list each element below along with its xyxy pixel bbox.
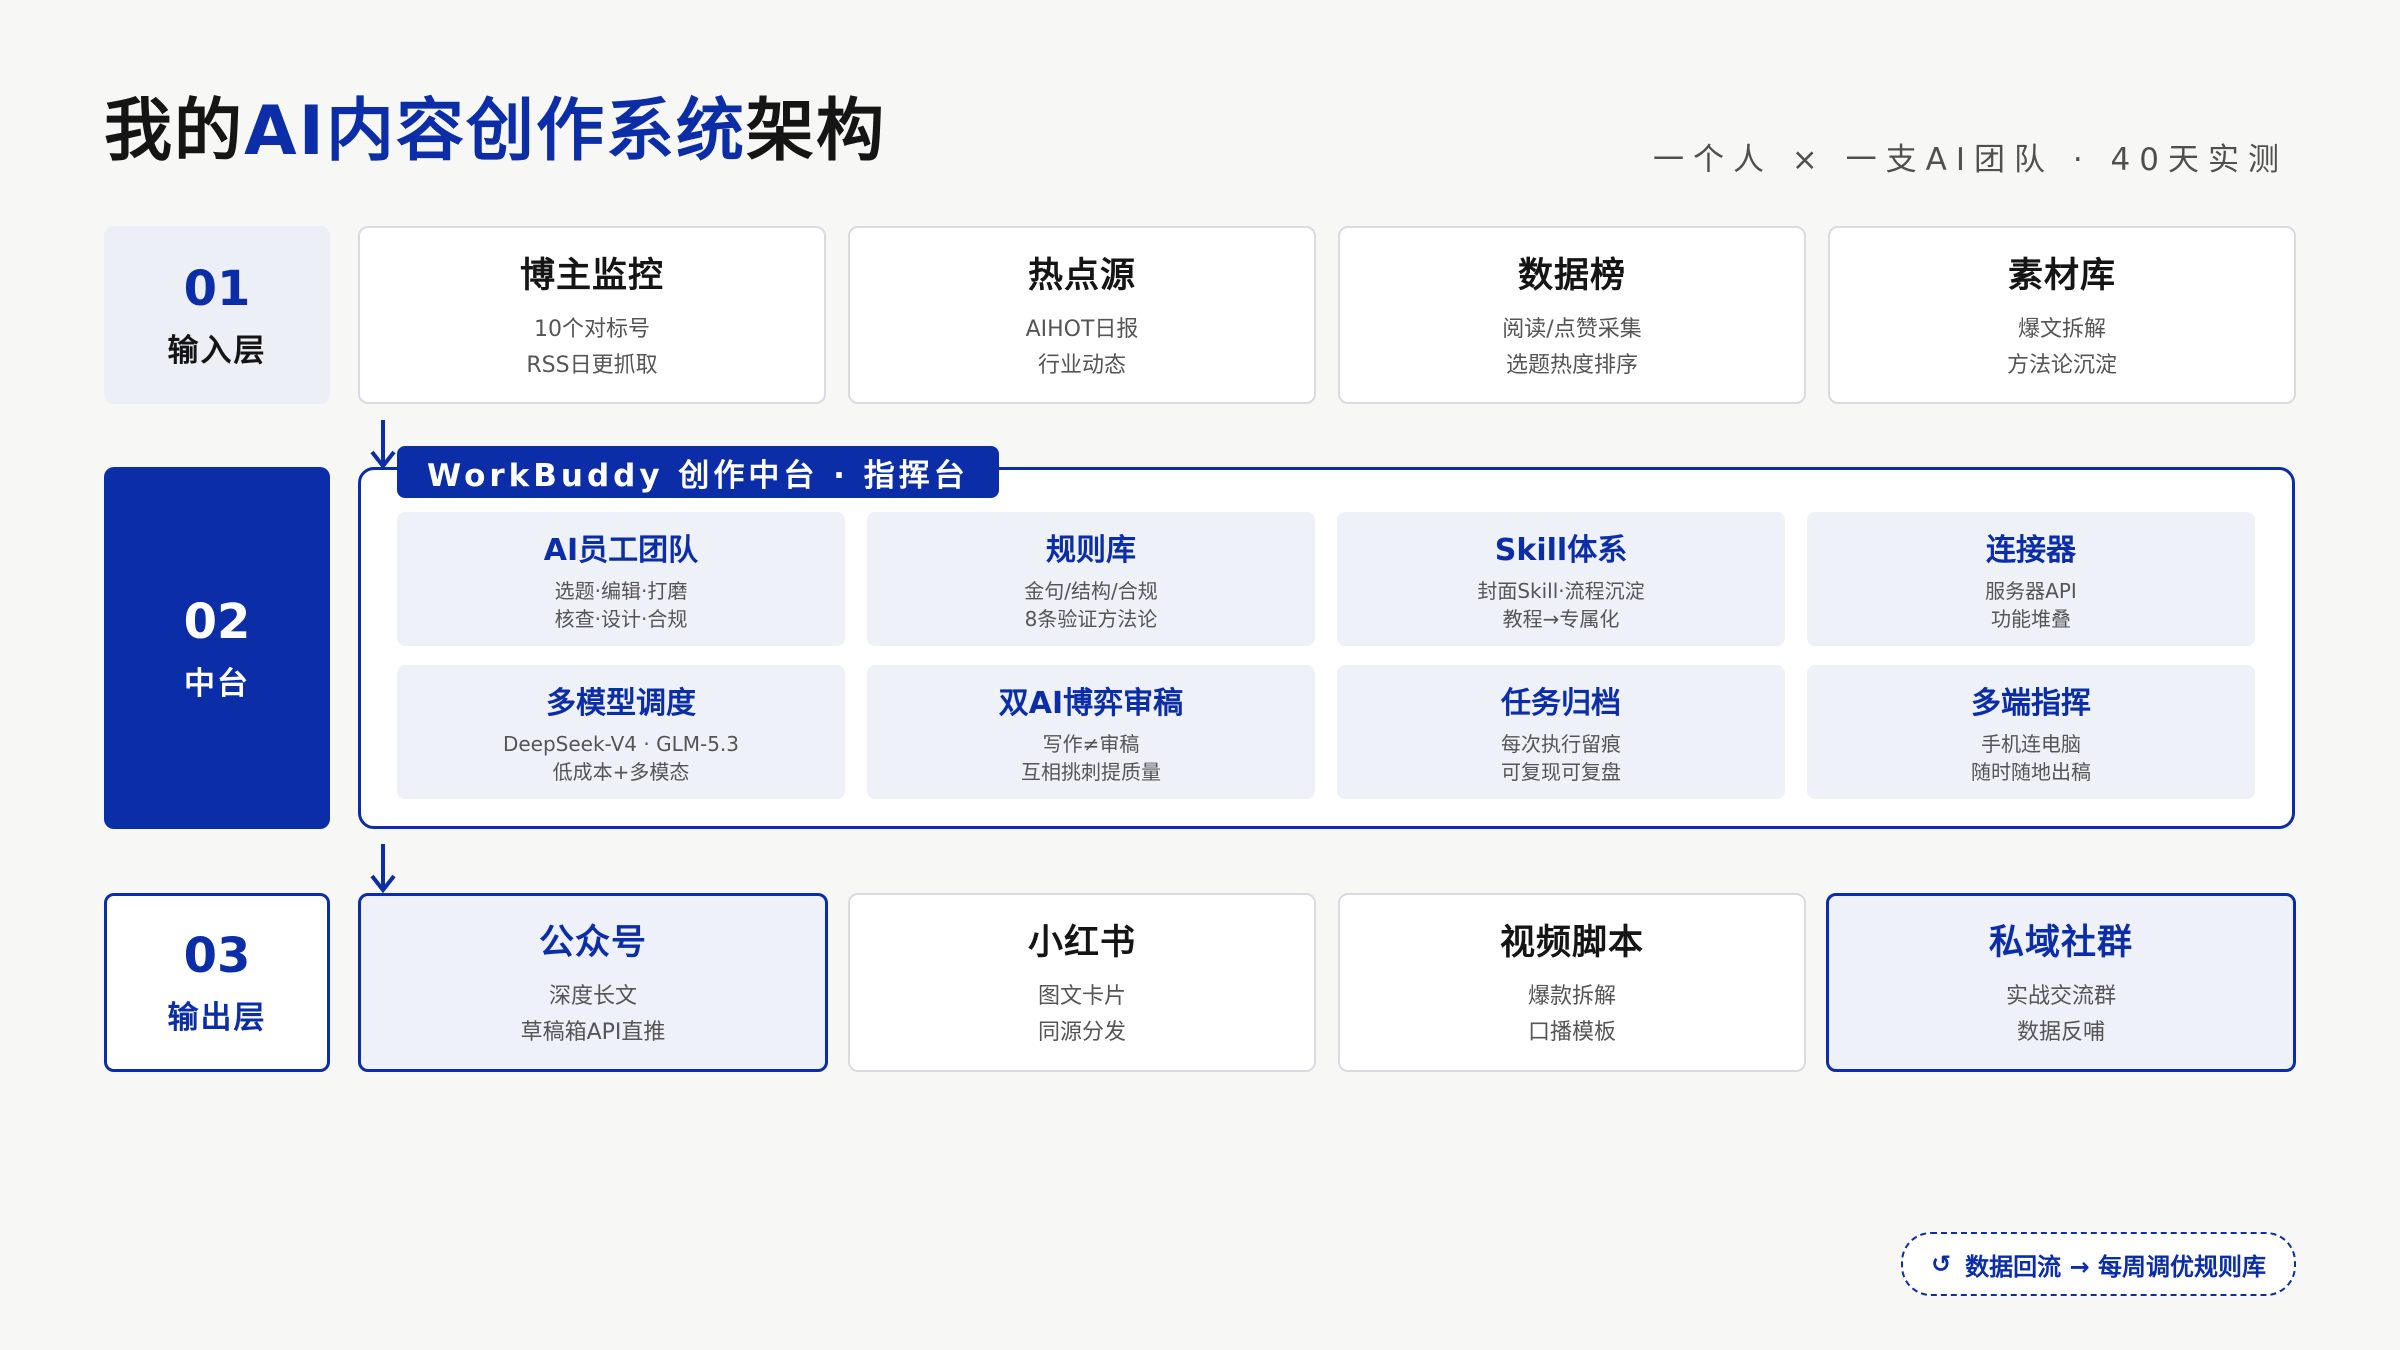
module-line: 写作≠审稿 xyxy=(1042,732,1140,756)
output-card-private-community: 私域社群 实战交流群 数据反哺 xyxy=(1826,893,2296,1072)
card-title: 热点源 xyxy=(1027,255,1136,296)
layer-number: 02 xyxy=(183,593,251,650)
card-title: 小红书 xyxy=(1027,923,1136,963)
refresh-icon: ↺ xyxy=(1931,1250,1952,1278)
card-title: 博主监控 xyxy=(519,255,664,296)
module-line: 低成本+多模态 xyxy=(552,760,690,784)
output-card-xiaohongshu: 小红书 图文卡片 同源分发 xyxy=(848,893,1316,1072)
card-line: 10个对标号 xyxy=(534,316,650,342)
module-title: 多模型调度 xyxy=(546,686,696,721)
title-prefix: 我的 xyxy=(104,92,245,171)
card-line: 草稿箱API直推 xyxy=(520,1020,666,1045)
hub-tag: WorkBuddy 创作中台 · 指挥台 xyxy=(397,446,999,498)
module-line: 核查·设计·合规 xyxy=(554,607,688,631)
layer-label-hub: 02 中台 xyxy=(104,467,330,829)
layer-label-output: 03 输出层 xyxy=(104,893,330,1072)
layer-name: 输入层 xyxy=(167,332,267,369)
title-suffix: 架构 xyxy=(745,92,886,171)
page-title: 我的AI内容创作系统架构 xyxy=(104,92,886,172)
hub-module-multi-device: 多端指挥 手机连电脑 随时随地出稿 xyxy=(1807,665,2255,799)
card-line: 爆款拆解 xyxy=(1527,984,1616,1009)
module-line: 可复现可复盘 xyxy=(1501,760,1621,784)
module-line: 8条验证方法论 xyxy=(1024,607,1158,631)
card-line: 数据反哺 xyxy=(2016,1020,2105,1045)
card-line: RSS日更抓取 xyxy=(526,352,658,378)
output-card-video-script: 视频脚本 爆款拆解 口播模板 xyxy=(1338,893,1806,1072)
module-line: DeepSeek-V4 · GLM-5.3 xyxy=(502,732,740,756)
layer-name: 中台 xyxy=(184,665,250,702)
layer-number: 03 xyxy=(183,928,251,984)
module-line: 服务器API xyxy=(1985,579,2077,603)
card-title: 公众号 xyxy=(538,923,647,963)
page-subtitle: 一个人 × 一支AI团队 · 40天实测 xyxy=(1652,142,2288,178)
flow-arrow-down-icon xyxy=(370,844,396,894)
card-title: 私域社群 xyxy=(1988,923,2133,963)
card-line: AIHOT日报 xyxy=(1025,316,1139,342)
feedback-loop-badge: ↺ 数据回流 → 每周调优规则库 xyxy=(1901,1232,2296,1296)
output-card-wechat-official: 公众号 深度长文 草稿箱API直推 xyxy=(358,893,828,1072)
card-title: 素材库 xyxy=(2007,255,2116,296)
module-line: 功能堆叠 xyxy=(1991,607,2071,631)
module-title: Skill体系 xyxy=(1494,533,1628,568)
input-card-material-library: 素材库 爆文拆解 方法论沉淀 xyxy=(1828,226,2296,404)
card-line: 方法论沉淀 xyxy=(2006,352,2117,378)
card-line: 同源分发 xyxy=(1037,1020,1126,1045)
module-line: 每次执行留痕 xyxy=(1501,732,1621,756)
title-accent: AI内容创作系统 xyxy=(244,92,746,171)
card-line: 口播模板 xyxy=(1527,1020,1616,1045)
module-line: 教程→专属化 xyxy=(1502,607,1620,631)
input-card-data-rankings: 数据榜 阅读/点赞采集 选题热度排序 xyxy=(1338,226,1806,404)
hub-module-connectors: 连接器 服务器API 功能堆叠 xyxy=(1807,512,2255,646)
hub-module-multi-model: 多模型调度 DeepSeek-V4 · GLM-5.3 低成本+多模态 xyxy=(397,665,845,799)
layer-number: 01 xyxy=(183,260,251,317)
module-title: 规则库 xyxy=(1046,533,1136,568)
input-card-blogger-monitor: 博主监控 10个对标号 RSS日更抓取 xyxy=(358,226,826,404)
feedback-text: 数据回流 → 每周调优规则库 xyxy=(1965,1252,2266,1281)
card-line: 行业动态 xyxy=(1037,352,1126,378)
module-line: 金句/结构/合规 xyxy=(1024,579,1158,603)
layer-label-input: 01 输入层 xyxy=(104,226,330,404)
hub-module-skills: Skill体系 封面Skill·流程沉淀 教程→专属化 xyxy=(1337,512,1785,646)
layer-name: 输出层 xyxy=(167,1000,267,1036)
card-title: 数据榜 xyxy=(1517,255,1626,296)
input-card-hot-topics: 热点源 AIHOT日报 行业动态 xyxy=(848,226,1316,404)
module-line: 选题·编辑·打磨 xyxy=(554,579,688,603)
module-line: 互相挑刺提质量 xyxy=(1021,760,1161,784)
module-title: 双AI博弈审稿 xyxy=(998,686,1184,721)
card-title: 视频脚本 xyxy=(1499,923,1644,963)
module-title: 连接器 xyxy=(1986,533,2076,568)
hub-module-rules: 规则库 金句/结构/合规 8条验证方法论 xyxy=(867,512,1315,646)
card-line: 阅读/点赞采集 xyxy=(1502,316,1642,342)
card-line: 实战交流群 xyxy=(2005,984,2116,1009)
hub-module-ai-staff: AI员工团队 选题·编辑·打磨 核查·设计·合规 xyxy=(397,512,845,646)
flow-arrow-down-icon xyxy=(370,420,396,470)
card-line: 深度长文 xyxy=(548,984,637,1009)
module-title: 任务归档 xyxy=(1501,686,1621,721)
module-line: 封面Skill·流程沉淀 xyxy=(1477,579,1645,603)
card-line: 图文卡片 xyxy=(1037,984,1126,1009)
module-line: 随时随地出稿 xyxy=(1971,760,2091,784)
card-line: 爆文拆解 xyxy=(2017,316,2106,342)
hub-module-dual-ai-review: 双AI博弈审稿 写作≠审稿 互相挑刺提质量 xyxy=(867,665,1315,799)
module-title: AI员工团队 xyxy=(543,533,699,568)
module-line: 手机连电脑 xyxy=(1981,732,2081,756)
card-line: 选题热度排序 xyxy=(1505,352,1638,378)
hub-module-task-archive: 任务归档 每次执行留痕 可复现可复盘 xyxy=(1337,665,1785,799)
module-title: 多端指挥 xyxy=(1971,686,2091,721)
